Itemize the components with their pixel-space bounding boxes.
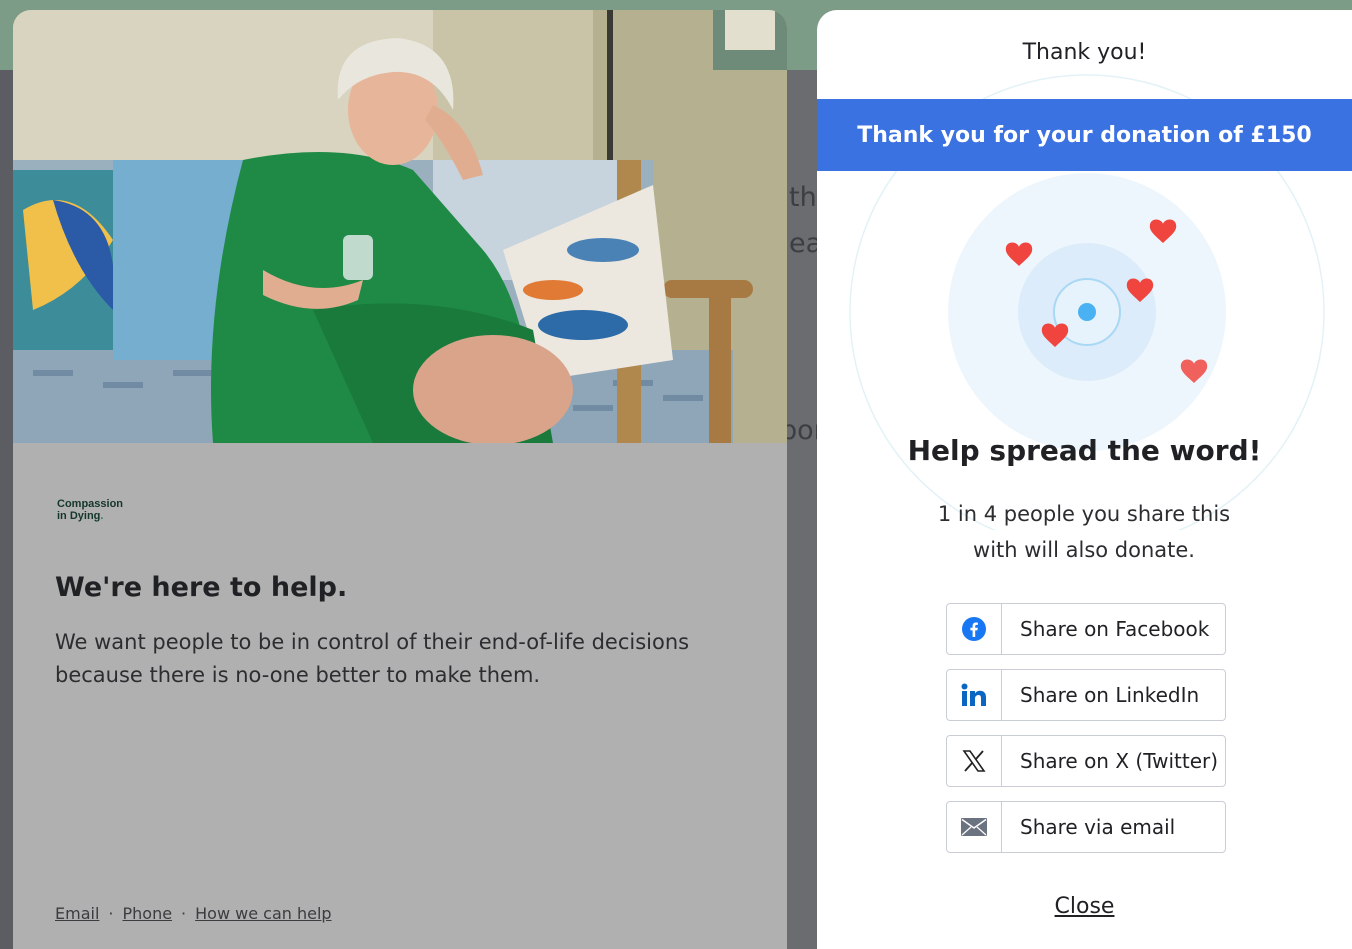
linkedin-icon xyxy=(947,670,1002,720)
help-subtitle: 1 in 4 people you share this with will a… xyxy=(937,502,1231,562)
footer-link-email[interactable]: Email xyxy=(55,904,99,923)
share-email-button[interactable]: Share via email xyxy=(946,801,1226,853)
facebook-icon xyxy=(947,604,1002,654)
donation-banner: Thank you for your donation of £150 xyxy=(817,99,1352,171)
organization-logo: Compassion in Dying. xyxy=(57,498,123,522)
share-linkedin-button[interactable]: Share on LinkedIn xyxy=(946,669,1226,721)
x-twitter-icon xyxy=(947,736,1002,786)
card-heading: We're here to help. xyxy=(55,572,348,603)
logo-line-1: Compassion xyxy=(57,498,124,510)
share-facebook-label: Share on Facebook xyxy=(1020,617,1210,641)
share-x-twitter-button[interactable]: Share on X (Twitter) xyxy=(946,735,1226,787)
close-button[interactable]: Close xyxy=(817,894,1352,919)
logo-word: Dying xyxy=(69,510,101,522)
background-text-fragment: th xyxy=(789,182,817,213)
logo-line-2: in Dying. xyxy=(57,510,123,522)
footer-links: Email · Phone · How we can help xyxy=(55,904,332,923)
panel-title: Thank you! xyxy=(1022,40,1147,65)
footer-separator: · xyxy=(108,904,114,923)
logo-prefix: in xyxy=(57,510,70,522)
footer-separator: · xyxy=(181,904,187,923)
info-card: Compassion in Dying. We're here to help.… xyxy=(13,10,787,949)
share-linkedin-label: Share on LinkedIn xyxy=(1020,683,1200,707)
share-x-twitter-label: Share on X (Twitter) xyxy=(1020,749,1219,773)
thank-you-panel: Thank you! Thank you for your donation o… xyxy=(817,10,1352,949)
email-icon xyxy=(947,802,1002,852)
footer-link-how-we-can-help[interactable]: How we can help xyxy=(195,904,331,923)
share-email-label: Share via email xyxy=(1020,815,1176,839)
share-facebook-button[interactable]: Share on Facebook xyxy=(946,603,1226,655)
card-body: We want people to be in control of their… xyxy=(55,630,690,687)
help-title: Help spread the word! xyxy=(907,434,1262,467)
logo-dot: . xyxy=(100,510,104,522)
footer-link-phone[interactable]: Phone xyxy=(122,904,172,923)
hero-photo xyxy=(13,10,787,443)
